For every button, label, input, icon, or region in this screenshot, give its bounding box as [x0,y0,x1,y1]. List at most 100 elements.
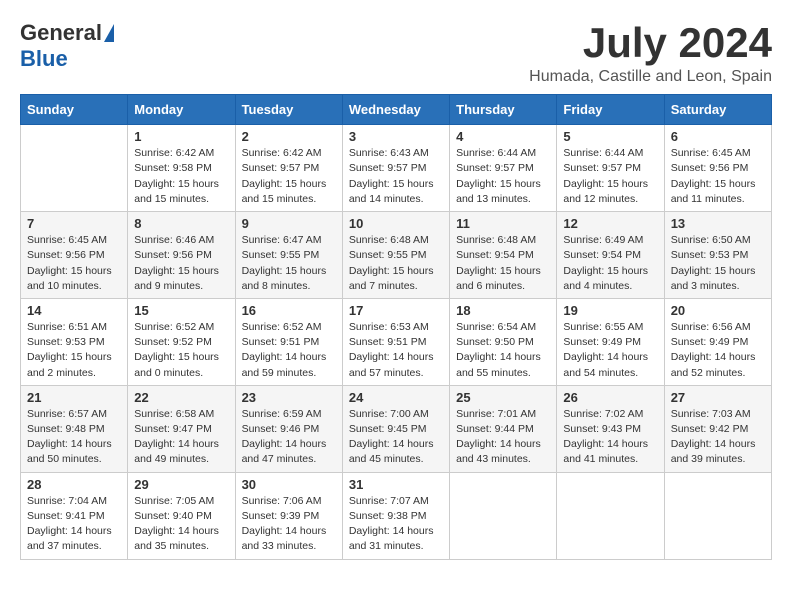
day-number: 6 [671,129,765,144]
day-number: 13 [671,216,765,231]
day-number: 12 [563,216,657,231]
calendar-cell: 23 Sunrise: 6:59 AMSunset: 9:46 PMDayligh… [235,385,342,472]
day-info: Sunrise: 6:42 AMSunset: 9:58 PMDaylight:… [134,146,228,207]
calendar-cell: 17 Sunrise: 6:53 AMSunset: 9:51 PMDayligh… [342,298,449,385]
day-info: Sunrise: 6:59 AMSunset: 9:46 PMDaylight:… [242,407,336,468]
day-number: 8 [134,216,228,231]
day-number: 14 [27,303,121,318]
calendar-cell [450,472,557,559]
day-info: Sunrise: 6:49 AMSunset: 9:54 PMDaylight:… [563,233,657,294]
calendar-cell: 30 Sunrise: 7:06 AMSunset: 9:39 PMDayligh… [235,472,342,559]
calendar-cell [557,472,664,559]
day-number: 26 [563,390,657,405]
location-label: Humada, Castille and Leon, Spain [529,68,772,86]
day-number: 28 [27,477,121,492]
day-number: 2 [242,129,336,144]
calendar-cell: 25Sunrise: 7:01 AMSunset: 9:44 PMDayligh… [450,385,557,472]
calendar-week-row: 1 Sunrise: 6:42 AMSunset: 9:58 PMDaylight… [21,125,772,212]
calendar-cell: 19 Sunrise: 6:55 AMSunset: 9:49 PMDayligh… [557,298,664,385]
calendar-cell [664,472,771,559]
logo-general-text: General [20,20,102,46]
logo-triangle-icon [104,24,114,42]
logo-blue-text: Blue [20,46,68,72]
weekday-header-monday: Monday [128,95,235,125]
weekday-header-thursday: Thursday [450,95,557,125]
weekday-header-sunday: Sunday [21,95,128,125]
weekday-header-row: SundayMondayTuesdayWednesdayThursdayFrid… [21,95,772,125]
page-header: General Blue July 2024 Humada, Castille … [20,20,772,86]
weekday-header-wednesday: Wednesday [342,95,449,125]
calendar-cell: 27 Sunrise: 7:03 AMSunset: 9:42 PMDayligh… [664,385,771,472]
calendar-cell: 1 Sunrise: 6:42 AMSunset: 9:58 PMDaylight… [128,125,235,212]
calendar-cell: 28Sunrise: 7:04 AMSunset: 9:41 PMDayligh… [21,472,128,559]
day-number: 7 [27,216,121,231]
day-info: Sunrise: 6:44 AMSunset: 9:57 PMDaylight:… [563,146,657,207]
logo: General Blue [20,20,114,72]
day-info: Sunrise: 7:02 AMSunset: 9:43 PMDaylight:… [563,407,657,468]
calendar-cell: 12 Sunrise: 6:49 AMSunset: 9:54 PMDayligh… [557,212,664,299]
day-number: 29 [134,477,228,492]
calendar-week-row: 28Sunrise: 7:04 AMSunset: 9:41 PMDayligh… [21,472,772,559]
day-number: 21 [27,390,121,405]
calendar-cell: 4 Sunrise: 6:44 AMSunset: 9:57 PMDaylight… [450,125,557,212]
day-number: 30 [242,477,336,492]
day-info: Sunrise: 6:45 AMSunset: 9:56 PMDaylight:… [671,146,765,207]
weekday-header-tuesday: Tuesday [235,95,342,125]
calendar-cell: 16Sunrise: 6:52 AMSunset: 9:51 PMDayligh… [235,298,342,385]
day-number: 19 [563,303,657,318]
calendar-cell: 11 Sunrise: 6:48 AMSunset: 9:54 PMDayligh… [450,212,557,299]
day-number: 11 [456,216,550,231]
day-info: Sunrise: 6:55 AMSunset: 9:49 PMDaylight:… [563,320,657,381]
calendar-cell: 15Sunrise: 6:52 AMSunset: 9:52 PMDayligh… [128,298,235,385]
day-number: 23 [242,390,336,405]
day-info: Sunrise: 6:45 AMSunset: 9:56 PMDaylight:… [27,233,121,294]
day-number: 1 [134,129,228,144]
day-info: Sunrise: 6:48 AMSunset: 9:55 PMDaylight:… [349,233,443,294]
calendar-cell: 21Sunrise: 6:57 AMSunset: 9:48 PMDayligh… [21,385,128,472]
title-section: July 2024 Humada, Castille and Leon, Spa… [529,20,772,86]
day-number: 27 [671,390,765,405]
day-info: Sunrise: 6:43 AMSunset: 9:57 PMDaylight:… [349,146,443,207]
day-number: 5 [563,129,657,144]
day-info: Sunrise: 6:50 AMSunset: 9:53 PMDaylight:… [671,233,765,294]
calendar-cell: 9 Sunrise: 6:47 AMSunset: 9:55 PMDaylight… [235,212,342,299]
day-info: Sunrise: 6:53 AMSunset: 9:51 PMDaylight:… [349,320,443,381]
weekday-header-saturday: Saturday [664,95,771,125]
calendar-cell: 22 Sunrise: 6:58 AMSunset: 9:47 PMDayligh… [128,385,235,472]
day-number: 16 [242,303,336,318]
day-info: Sunrise: 6:56 AMSunset: 9:49 PMDaylight:… [671,320,765,381]
day-number: 20 [671,303,765,318]
calendar-cell: 5 Sunrise: 6:44 AMSunset: 9:57 PMDaylight… [557,125,664,212]
calendar-table: SundayMondayTuesdayWednesdayThursdayFrid… [20,94,772,559]
day-info: Sunrise: 6:47 AMSunset: 9:55 PMDaylight:… [242,233,336,294]
day-number: 24 [349,390,443,405]
day-info: Sunrise: 7:01 AMSunset: 9:44 PMDaylight:… [456,407,550,468]
day-number: 4 [456,129,550,144]
calendar-cell: 24Sunrise: 7:00 AMSunset: 9:45 PMDayligh… [342,385,449,472]
calendar-cell: 8Sunrise: 6:46 AMSunset: 9:56 PMDaylight… [128,212,235,299]
calendar-cell: 13 Sunrise: 6:50 AMSunset: 9:53 PMDayligh… [664,212,771,299]
calendar-week-row: 14 Sunrise: 6:51 AMSunset: 9:53 PMDayligh… [21,298,772,385]
calendar-cell: 2 Sunrise: 6:42 AMSunset: 9:57 PMDaylight… [235,125,342,212]
calendar-cell: 10Sunrise: 6:48 AMSunset: 9:55 PMDayligh… [342,212,449,299]
day-info: Sunrise: 6:48 AMSunset: 9:54 PMDaylight:… [456,233,550,294]
day-info: Sunrise: 7:03 AMSunset: 9:42 PMDaylight:… [671,407,765,468]
day-number: 3 [349,129,443,144]
calendar-cell: 6 Sunrise: 6:45 AMSunset: 9:56 PMDaylight… [664,125,771,212]
day-info: Sunrise: 6:44 AMSunset: 9:57 PMDaylight:… [456,146,550,207]
day-info: Sunrise: 7:06 AMSunset: 9:39 PMDaylight:… [242,494,336,555]
day-number: 17 [349,303,443,318]
day-number: 22 [134,390,228,405]
day-number: 31 [349,477,443,492]
calendar-week-row: 21Sunrise: 6:57 AMSunset: 9:48 PMDayligh… [21,385,772,472]
month-title: July 2024 [529,20,772,66]
calendar-cell: 29 Sunrise: 7:05 AMSunset: 9:40 PMDayligh… [128,472,235,559]
day-info: Sunrise: 6:51 AMSunset: 9:53 PMDaylight:… [27,320,121,381]
calendar-cell [21,125,128,212]
day-number: 15 [134,303,228,318]
calendar-cell: 18Sunrise: 6:54 AMSunset: 9:50 PMDayligh… [450,298,557,385]
day-info: Sunrise: 7:05 AMSunset: 9:40 PMDaylight:… [134,494,228,555]
day-info: Sunrise: 6:42 AMSunset: 9:57 PMDaylight:… [242,146,336,207]
day-number: 9 [242,216,336,231]
day-info: Sunrise: 6:58 AMSunset: 9:47 PMDaylight:… [134,407,228,468]
